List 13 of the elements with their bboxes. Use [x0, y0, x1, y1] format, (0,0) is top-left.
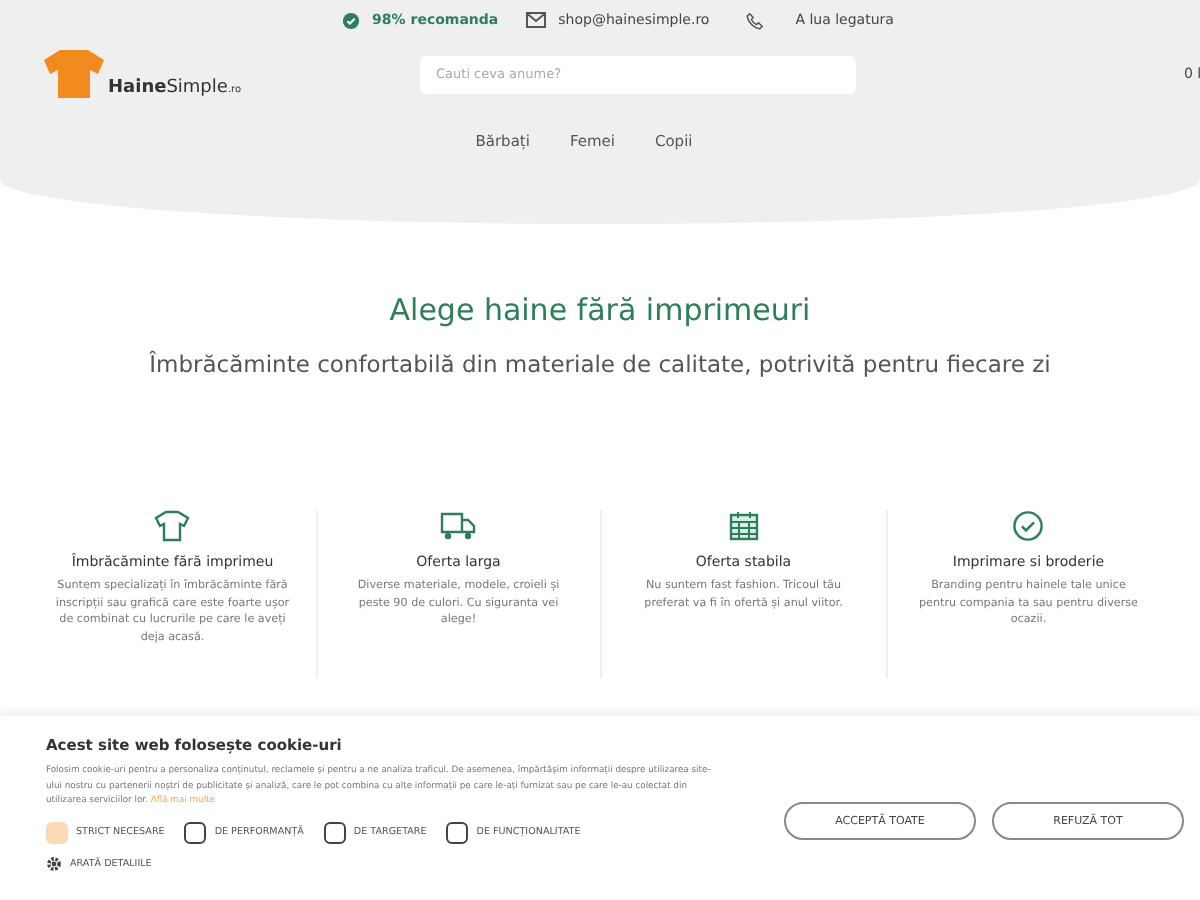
- calendar-icon: [727, 510, 760, 542]
- hero-title: Alege haine fără imprimeuri: [387, 292, 813, 328]
- phone-icon: [745, 11, 764, 29]
- truck-icon: [440, 510, 477, 542]
- gear-icon: [46, 856, 62, 873]
- hero-subtitle: Îmbrăcăminte confortabilă din materiale de calitate, potrivită pentru fiecare zi: [147, 350, 1053, 378]
- check-circle-icon: [1012, 510, 1045, 542]
- envelope-icon: [526, 12, 547, 28]
- checkbox[interactable]: [323, 822, 346, 845]
- t-shirt-icon: [154, 510, 191, 542]
- checkbox[interactable]: [184, 822, 207, 845]
- t-shirt-logo-icon: [42, 48, 106, 100]
- checkbox[interactable]: [446, 822, 469, 845]
